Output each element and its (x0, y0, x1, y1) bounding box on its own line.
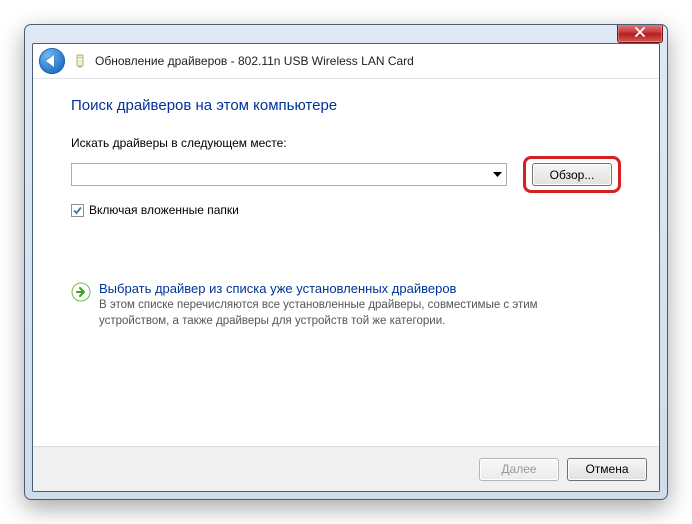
browse-button[interactable]: Обзор... (532, 163, 612, 186)
content-area: Поиск драйверов на этом компьютере Искат… (33, 79, 659, 446)
path-label: Искать драйверы в следующем месте: (71, 136, 621, 150)
include-subfolders-label: Включая вложенные папки (89, 203, 239, 217)
back-button[interactable] (39, 48, 65, 74)
path-combobox[interactable] (71, 163, 507, 186)
titlebar (25, 25, 667, 41)
path-input[interactable] (72, 165, 489, 184)
option-title: Выбрать драйвер из списка уже установлен… (99, 281, 579, 296)
footer-bar: Далее Отмена (33, 446, 659, 491)
close-button[interactable] (617, 24, 663, 43)
cancel-button[interactable]: Отмена (567, 458, 647, 481)
checkbox-checked-icon (71, 204, 84, 217)
window-title: Обновление драйверов - 802.11n USB Wirel… (95, 54, 414, 68)
dropdown-arrow-icon[interactable] (489, 164, 506, 185)
device-icon (73, 54, 87, 68)
include-subfolders-row[interactable]: Включая вложенные папки (71, 203, 621, 217)
dialog-window: Обновление драйверов - 802.11n USB Wirel… (24, 24, 668, 500)
next-button[interactable]: Далее (479, 458, 559, 481)
arrow-right-icon (71, 282, 91, 302)
page-heading: Поиск драйверов на этом компьютере (71, 97, 621, 114)
header-bar: Обновление драйверов - 802.11n USB Wirel… (33, 44, 659, 79)
highlight-ring: Обзор... (523, 156, 621, 193)
client-area: Обновление драйверов - 802.11n USB Wirel… (32, 43, 660, 492)
close-icon (634, 27, 646, 37)
pick-from-list-option[interactable]: Выбрать драйвер из списка уже установлен… (71, 281, 621, 329)
option-description: В этом списке перечисляются все установл… (99, 298, 579, 329)
